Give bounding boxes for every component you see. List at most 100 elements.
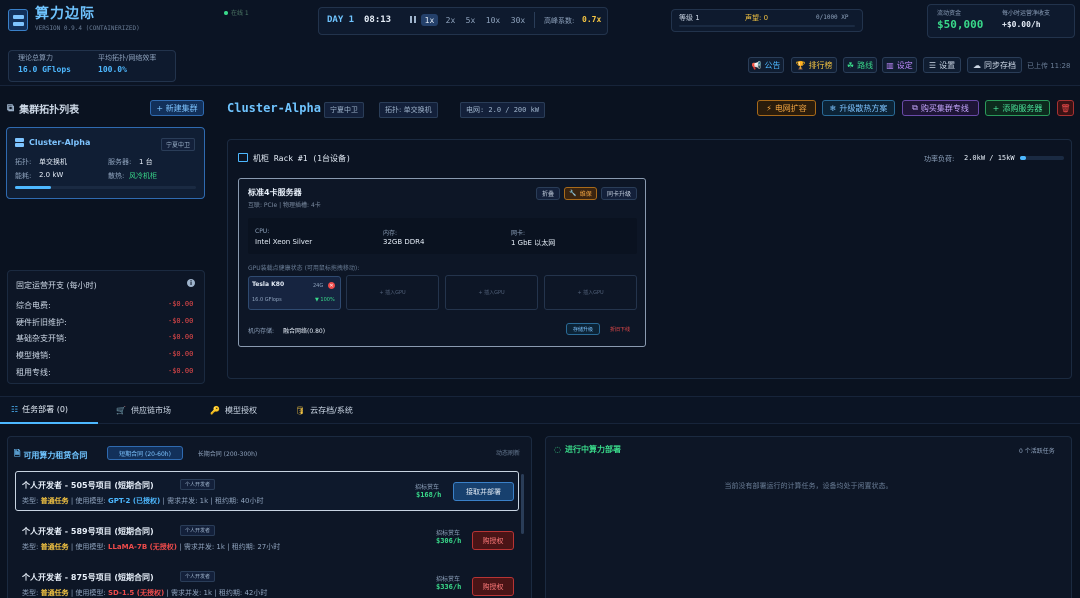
reward-label: 招标赏车 xyxy=(436,576,461,583)
storage-upgrade-button[interactable]: 存储升级 xyxy=(566,323,600,335)
notice-button[interactable]: 📢 公告 xyxy=(748,57,784,73)
eff-value: 100.0% xyxy=(98,65,127,74)
cpu-label: CPU: xyxy=(255,228,270,235)
divider xyxy=(534,12,535,28)
ranking-button[interactable]: 🏆 排行榜 xyxy=(791,57,837,73)
contracts-title: 🗎 可用算力租赁合同 xyxy=(14,448,87,462)
gpu-slot-4[interactable]: + 插入GPU xyxy=(544,275,637,310)
storage-value: 融合网络(0.80) xyxy=(283,328,326,335)
cart-icon: 🛒 xyxy=(116,406,126,415)
upgrade-button[interactable]: 同卡升级 xyxy=(601,187,637,200)
cluster-network: 电网: 2.0 / 200 kW xyxy=(460,102,546,118)
nic-label: 网卡: xyxy=(511,230,526,237)
spec-box xyxy=(248,218,637,254)
trophy-icon: 🏆 xyxy=(795,60,806,70)
contract-details: 类型: 普通任务 | 使用模型: SD-1.5 (无授权) | 需求并发: 1k… xyxy=(22,589,268,597)
sidebar-header: ⧉ 集群拓扑列表 xyxy=(7,103,80,116)
add-server-button[interactable]: + 添购服务器 xyxy=(985,100,1050,116)
topo-value: 单交换机 xyxy=(39,158,67,166)
wrench-icon: 🔧 xyxy=(569,190,577,197)
cooling-upgrade-button[interactable]: ❄ 升级散热方案 xyxy=(822,100,895,116)
cost-label: 基础杂支开销: xyxy=(16,334,67,344)
tab-short-contract[interactable]: 短期合同 (20-60h) xyxy=(107,446,183,460)
servers-label: 服务器: xyxy=(108,158,132,166)
contract-tag: 个人开发者 xyxy=(180,479,216,490)
grid-expand-button[interactable]: ⚡ 电网扩容 xyxy=(757,100,816,116)
buy-license-button[interactable]: 购授权 xyxy=(472,531,514,550)
server-icon xyxy=(15,138,24,147)
cooling-label: 散热: xyxy=(108,172,125,180)
decommission-button[interactable]: 折旧下线 xyxy=(605,323,635,335)
list-icon: ☷ xyxy=(11,405,19,414)
rack-load-value: 2.0kW / 15kW xyxy=(964,154,1015,162)
gpu-name: Tesla K80 xyxy=(252,281,285,288)
gpu-slot-3[interactable]: + 插入GPU xyxy=(445,275,538,310)
fold-button[interactable]: 折叠 xyxy=(536,187,560,200)
info-icon[interactable]: i xyxy=(187,279,195,287)
gpu-remove-icon[interactable]: ✕ xyxy=(328,282,335,289)
snowflake-icon: ❄ xyxy=(829,103,837,113)
cost-label: 硬件折旧维护: xyxy=(16,317,67,327)
contract-card: 个人开发者 - 589号项目 (短期合同) 个人开发者 类型: 普通任务 | 使… xyxy=(15,517,519,557)
tab-cloud[interactable]: 🛢 云存档/系统 xyxy=(285,397,353,424)
save-button[interactable]: ☁ 同步存档 xyxy=(967,57,1022,73)
repair-button[interactable]: 🔧 维保 xyxy=(564,187,597,200)
pause-button[interactable] xyxy=(410,16,417,24)
power-value: 2.0 kW xyxy=(39,171,64,179)
rack-title: 机柜 Rack #1 (1台设备) xyxy=(253,154,351,163)
eff-label: 平均拓扑/网络效率 xyxy=(98,54,157,62)
tab-license[interactable]: 🔑 模型授权 xyxy=(200,397,257,424)
speed-1x[interactable]: 1x xyxy=(421,14,438,26)
contract-title: 个人开发者 - 875号项目 (短期合同) xyxy=(22,573,154,582)
running-empty: 当前没有部署运行的计算任务，设备均处于闲置状态。 xyxy=(724,482,893,490)
book-icon: ▥ xyxy=(886,60,894,70)
speed-5x[interactable]: 5x xyxy=(463,14,478,26)
contract-title: 个人开发者 - 589号项目 (短期合同) xyxy=(22,527,154,536)
cluster-load-bar xyxy=(15,186,196,189)
new-cluster-button[interactable]: + 新建集群 xyxy=(150,100,204,116)
cluster-region-tag: 宁夏中卫 xyxy=(161,138,196,151)
tab-deploy[interactable]: ☷ 任务部署 (0) xyxy=(0,397,98,424)
route-button[interactable]: ☘ 路线 xyxy=(843,57,877,73)
reward-label: 招标赏车 xyxy=(415,484,440,491)
running-panel xyxy=(545,436,1072,598)
app-logo-icon xyxy=(8,9,28,31)
power-value: 16.0 GFlops xyxy=(18,65,71,74)
delete-cluster-button[interactable]: 🗑 xyxy=(1057,100,1074,116)
speed-10x[interactable]: 10x xyxy=(484,14,502,26)
scrollbar[interactable] xyxy=(521,474,524,534)
net-value: +$0.00/h xyxy=(1002,20,1041,29)
rack-load-label: 功率负荷: xyxy=(924,155,955,163)
mem-label: 内存: xyxy=(383,230,398,237)
plus-icon: + xyxy=(992,103,1000,113)
funds-value: $50,000 xyxy=(937,18,984,31)
contract-tag: 个人开发者 xyxy=(180,525,216,536)
buy-license-button[interactable]: 购授权 xyxy=(472,577,514,596)
server-name: 标准4卡服务器 xyxy=(248,188,302,197)
tab-market[interactable]: 🛒 供应链市场 xyxy=(106,397,171,424)
cluster-name: Cluster-Alpha xyxy=(29,138,91,147)
gpu-health: ▼ 100% xyxy=(315,297,335,303)
cost-value: -$0.00 xyxy=(168,366,194,375)
contract-details: 类型: 普通任务 | 使用模型: LLaMA-7B (无授权) | 需求并发: … xyxy=(22,543,281,551)
server-sub: 互联: PCIe | 物理插槽: 4卡 xyxy=(248,202,321,209)
gpu-slot-2[interactable]: + 插入GPU xyxy=(346,275,439,310)
trash-icon: 🗑 xyxy=(1060,103,1071,113)
speed-2x[interactable]: 2x xyxy=(443,14,458,26)
power-label: 理论总算力 xyxy=(18,54,53,62)
settings-button[interactable]: ☰ 设置 xyxy=(923,57,961,73)
cost-label: 租用专线: xyxy=(16,367,51,377)
tab-long-contract[interactable]: 长期合同 (200-300h) xyxy=(187,446,268,460)
rack-load-bar xyxy=(1020,156,1064,160)
sliders-icon: ☰ xyxy=(928,60,937,70)
contract-title: 个人开发者 - 505号项目 (短期合同) xyxy=(22,481,154,490)
buy-line-button[interactable]: ⧉ 购买集群专线 xyxy=(902,100,979,116)
online-status: 在线 1 xyxy=(224,8,249,17)
day-label: DAY 1 xyxy=(327,15,355,25)
accept-deploy-button[interactable]: 接取并部署 xyxy=(453,482,514,501)
storage-label: 机内存储: xyxy=(248,328,275,335)
running-count: 0 个活跃任务 xyxy=(1019,448,1055,455)
setting-button[interactable]: ▥ 设定 xyxy=(882,57,917,73)
speed-30x[interactable]: 30x xyxy=(509,14,527,26)
rack-icon xyxy=(238,153,248,162)
